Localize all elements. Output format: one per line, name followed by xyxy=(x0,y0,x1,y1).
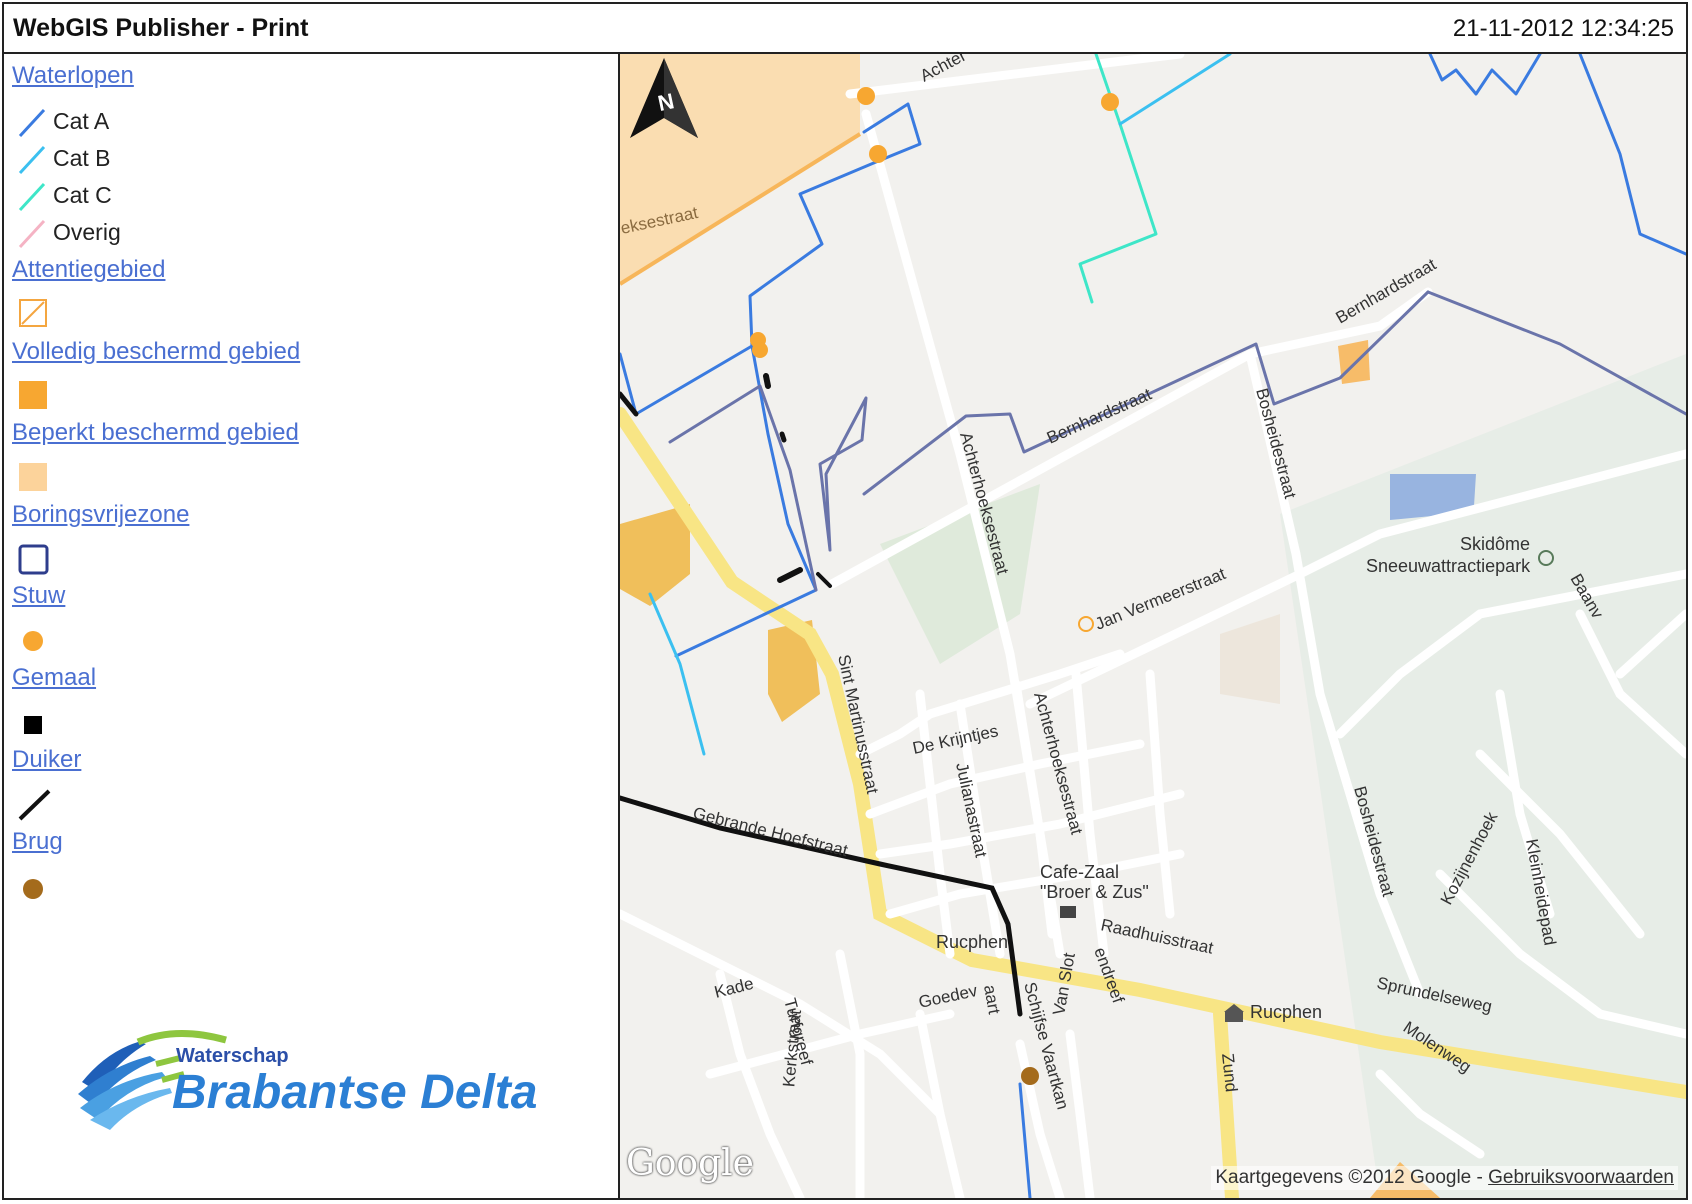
legend-item-cat-b: Cat B xyxy=(18,143,258,175)
legend-item-label: Cat A xyxy=(53,108,110,134)
street-label: Gebrande Hoefstraat xyxy=(691,803,850,860)
cafe-icon xyxy=(1060,906,1076,918)
legend-item-cat-a: Cat A xyxy=(18,106,258,138)
page-title: WebGIS Publisher - Print xyxy=(13,14,309,42)
line-symbol-icon xyxy=(18,219,46,249)
header: WebGIS Publisher - Print 21-11-2012 12:3… xyxy=(4,4,1686,54)
map-canvas[interactable]: Achter eksestraat Bernhardstraat Bernhar… xyxy=(620,54,1686,1198)
map-attribution: Kaartgegevens ©2012 Google - Gebruiksvoo… xyxy=(1211,1166,1678,1190)
logo-line2: Brabantse Delta xyxy=(172,1066,537,1119)
line-symbol-icon xyxy=(18,145,46,175)
logo-emblem-icon: Waterschap Brabantse Delta xyxy=(78,1030,537,1130)
legend-link-gemaal[interactable]: Gemaal xyxy=(12,664,96,692)
print-timestamp: 21-11-2012 12:34:25 xyxy=(1452,15,1674,42)
place-label: Rucphen xyxy=(936,932,1008,952)
terms-link[interactable]: Gebruiksvoorwaarden xyxy=(1488,1167,1674,1188)
street-label: Goedev xyxy=(917,981,980,1012)
legend-link-beperkt-beschermd[interactable]: Beperkt beschermd gebied xyxy=(12,419,299,447)
legend-item-overig: Overig xyxy=(18,217,258,249)
orange-dot-icon xyxy=(23,631,43,651)
black-square-icon xyxy=(24,716,42,734)
line-symbol-icon xyxy=(18,182,46,212)
legend-item-label: Cat C xyxy=(53,182,112,208)
legend-link-volledig-beschermd[interactable]: Volledig beschermd gebied xyxy=(12,338,300,366)
legend-item-label: Overig xyxy=(53,219,121,245)
hatched-area-icon xyxy=(19,299,47,327)
legend-link-duiker[interactable]: Duiker xyxy=(12,746,81,774)
outline-square-icon xyxy=(18,544,49,575)
legend-panel: Waterlopen Cat A Cat B Cat C Overig Atte… xyxy=(4,54,620,1198)
legend-link-waterlopen[interactable]: Waterlopen xyxy=(12,62,134,90)
legend-link-stuw[interactable]: Stuw xyxy=(12,582,65,610)
attribution-separator: - xyxy=(1471,1167,1489,1188)
map-view[interactable]: Achter eksestraat Bernhardstraat Bernhar… xyxy=(620,54,1686,1198)
legend-link-brug[interactable]: Brug xyxy=(12,828,63,856)
google-logo: Google xyxy=(626,1143,754,1184)
street-label: aart xyxy=(980,983,1004,1015)
logo-line1: Waterschap xyxy=(176,1045,289,1067)
legend-link-boringsvrijezone[interactable]: Boringsvrijezone xyxy=(12,501,189,529)
waterschap-logo: Waterschap Brabantse Delta xyxy=(76,1022,556,1142)
light-square-icon xyxy=(19,463,47,491)
poi-label: Cafe-Zaal xyxy=(1040,862,1119,882)
street-label: Raadhuisstraat xyxy=(1099,915,1215,957)
legend-link-attentiegebied[interactable]: Attentiegebied xyxy=(12,256,165,284)
street-label: Zund xyxy=(1218,1052,1241,1093)
brown-dot-icon xyxy=(23,879,43,899)
street-label: Jan Vermeerstraat xyxy=(1092,564,1228,634)
poi-label: "Broer & Zus" xyxy=(1040,882,1149,902)
poi-label: Sneeuwattractiepark xyxy=(1366,556,1531,576)
legend-item-label: Cat B xyxy=(53,145,111,171)
north-arrow-icon: N xyxy=(630,58,698,138)
copyright-text: Kaartgegevens ©2012 Google xyxy=(1215,1167,1472,1188)
black-line-icon xyxy=(18,789,51,821)
line-symbol-icon xyxy=(18,108,46,138)
place-label: Rucphen xyxy=(1250,1002,1322,1022)
filled-square-icon xyxy=(19,381,47,409)
street-label: Kerkstraat xyxy=(779,1009,805,1088)
poi-label: Skidôme xyxy=(1460,534,1530,554)
legend-item-cat-c: Cat C xyxy=(18,180,258,212)
print-frame: WebGIS Publisher - Print 21-11-2012 12:3… xyxy=(2,2,1688,1200)
